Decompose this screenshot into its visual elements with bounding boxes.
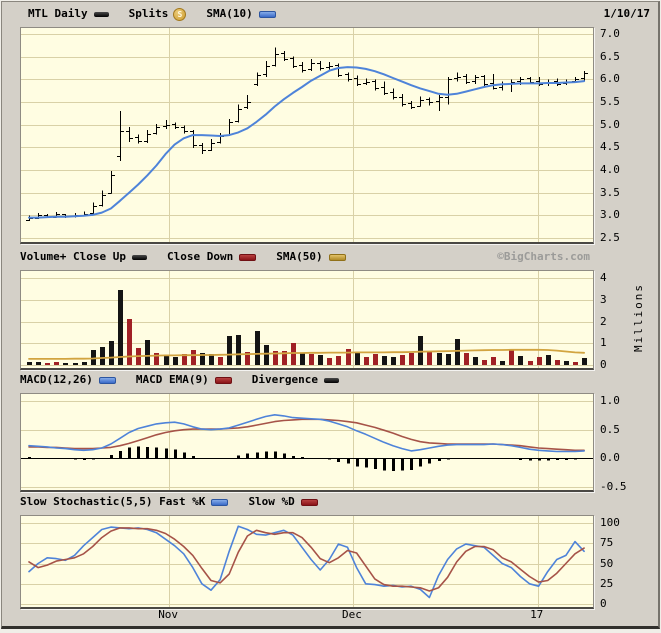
legend-swatch-black bbox=[323, 377, 339, 383]
y-axis-tick: 6.5 bbox=[600, 49, 620, 63]
volume-chart-canvas bbox=[21, 271, 593, 368]
y-axis-tick: 25 bbox=[600, 576, 614, 590]
legend-swatch-blue bbox=[98, 376, 116, 384]
stochastic-panel-legend: Slow Stochastic(5,5) Fast %K Slow %D bbox=[2, 492, 658, 512]
legend-item: Close Down bbox=[166, 250, 257, 263]
bigcharts-stock-chart: MTL Daily Splits S SMA(10) 1/10/17 Volume+ … bbox=[0, 0, 661, 633]
legend-swatch-black bbox=[93, 11, 109, 17]
legend-label: Splits bbox=[128, 7, 169, 20]
stochastic-panel bbox=[20, 515, 594, 609]
y-axis-tick: 1.0 bbox=[600, 393, 620, 407]
legend-item: Slow %D bbox=[248, 495, 318, 508]
legend-item: Splits S bbox=[128, 7, 187, 21]
y-axis-tick: 3 bbox=[600, 292, 607, 306]
y-axis-tick: 3.5 bbox=[600, 185, 620, 199]
macd-panel-legend: MACD(12,26) MACD EMA(9) Divergence bbox=[2, 370, 658, 390]
y-axis-tick: 2.5 bbox=[600, 230, 620, 244]
y-axis-tick: 6.0 bbox=[600, 71, 620, 85]
copyright-watermark: ©BigCharts.com bbox=[497, 250, 590, 263]
y-axis-tick: 4.0 bbox=[600, 162, 620, 176]
legend-swatch-red bbox=[300, 498, 318, 506]
legend-item: SMA(50) bbox=[276, 250, 346, 263]
y-axis-tick: 50 bbox=[600, 556, 614, 570]
legend-swatch-blue bbox=[258, 10, 276, 18]
y-axis-tick: 0 bbox=[600, 357, 607, 371]
y-axis-tick: 4 bbox=[600, 270, 607, 284]
legend-swatch-red bbox=[239, 253, 257, 261]
legend-label: Slow %D bbox=[248, 495, 295, 508]
y-axis-tick: 1 bbox=[600, 335, 607, 349]
y-axis-tick: 5.5 bbox=[600, 94, 620, 108]
legend-label: Divergence bbox=[251, 373, 318, 386]
chart-date: 1/10/17 bbox=[603, 7, 650, 20]
legend-label: MACD EMA(9) bbox=[135, 373, 209, 386]
stochastic-chart-canvas bbox=[21, 516, 593, 607]
legend-swatch-blue bbox=[211, 498, 229, 506]
legend-item: SMA(10) bbox=[206, 7, 276, 20]
macd-panel bbox=[20, 393, 594, 492]
y-axis-tick: 75 bbox=[600, 535, 614, 549]
legend-item: Divergence bbox=[252, 373, 339, 386]
y-axis-tick: 0.5 bbox=[600, 422, 620, 436]
y-axis-tick: 7.0 bbox=[600, 26, 620, 40]
price-panel-legend: MTL Daily Splits S SMA(10) bbox=[2, 4, 658, 24]
legend-item: Slow Stochastic(5,5) Fast %K bbox=[20, 495, 229, 508]
legend-label: Slow Stochastic(5,5) Fast %K bbox=[20, 495, 206, 508]
legend-item: Volume+ Close Up bbox=[20, 250, 147, 263]
x-axis-label: 17 bbox=[530, 608, 544, 621]
legend-label: SMA(10) bbox=[206, 7, 253, 20]
legend-swatch-black bbox=[131, 254, 147, 260]
y-axis-tick: 5.0 bbox=[600, 117, 620, 131]
legend-label: SMA(50) bbox=[276, 250, 323, 263]
splits-icon: S bbox=[173, 7, 187, 21]
x-axis-label: Dec bbox=[342, 608, 362, 621]
price-chart-canvas bbox=[21, 28, 593, 242]
legend-item: MACD EMA(9) bbox=[136, 373, 232, 386]
y-axis-tick: 0 bbox=[600, 596, 607, 610]
price-panel bbox=[20, 27, 594, 244]
legend-label: Close Down bbox=[166, 250, 234, 263]
chart-frame: MTL Daily Splits S SMA(10) 1/10/17 Volume+ … bbox=[1, 1, 660, 629]
legend-swatch-red bbox=[214, 376, 232, 384]
y-axis-tick: 2 bbox=[600, 314, 607, 328]
legend-swatch-gold bbox=[328, 253, 346, 261]
macd-chart-canvas bbox=[21, 394, 593, 490]
y-axis-tick: -0.5 bbox=[600, 479, 627, 493]
legend-label: MTL Daily bbox=[28, 7, 88, 20]
y-axis-tick: 100 bbox=[600, 515, 620, 529]
x-axis-label: Nov bbox=[158, 608, 179, 621]
y-axis-tick: 0.0 bbox=[600, 450, 620, 464]
legend-item: MTL Daily bbox=[28, 7, 109, 20]
legend-label: Volume+ Close Up bbox=[20, 250, 126, 263]
y-axis-tick: 3.0 bbox=[600, 207, 620, 221]
legend-label: MACD(12,26) bbox=[20, 373, 93, 386]
legend-item: MACD(12,26) bbox=[20, 373, 116, 386]
y-axis-tick: 4.5 bbox=[600, 139, 620, 153]
volume-panel bbox=[20, 270, 594, 370]
